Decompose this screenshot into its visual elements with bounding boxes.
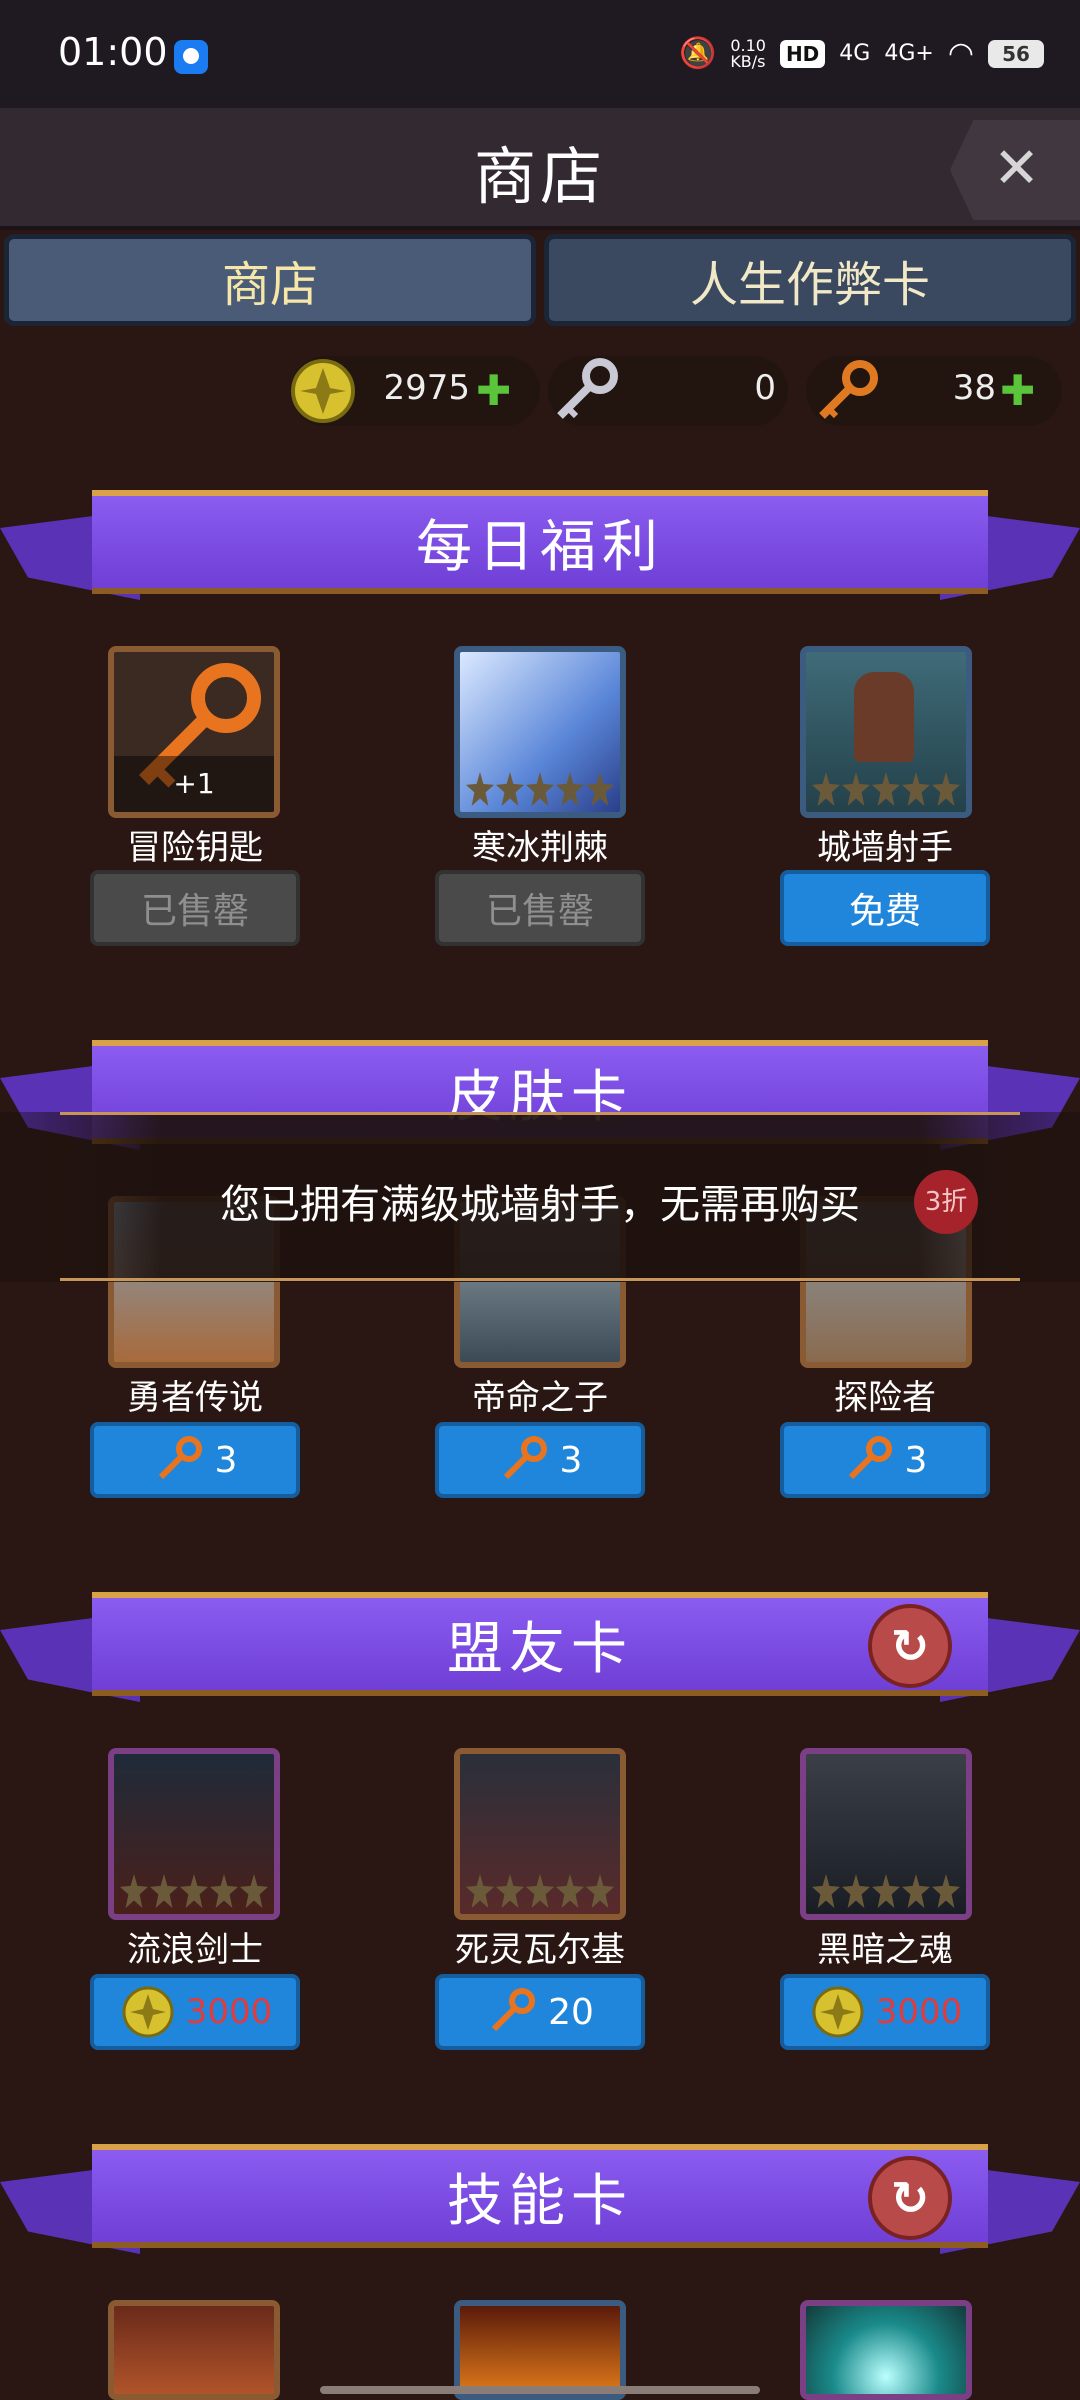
item-card-adventure-key[interactable]: +1 [108, 646, 280, 818]
home-indicator[interactable] [320, 2386, 760, 2394]
wifi-icon: ◠ [947, 36, 974, 71]
section-title-skill: 技能卡 [92, 2144, 988, 2248]
price: 20 [548, 1991, 594, 2033]
skill-card[interactable] [108, 2300, 280, 2400]
bronze-key-icon [848, 1436, 892, 1480]
toast-border-bottom [60, 1278, 1020, 1281]
archer-figure [854, 672, 914, 762]
sold-out-button: 已售罄 [435, 870, 645, 946]
price: 3 [214, 1439, 238, 1481]
gold-amount: 2975 [383, 368, 470, 408]
mute-bell-icon: 🔕 [678, 36, 717, 71]
star-rating [812, 772, 960, 806]
buy-button[interactable]: 3 [90, 1422, 300, 1498]
price: 3 [559, 1439, 583, 1481]
refresh-skill-button[interactable]: ↻ [868, 2156, 952, 2240]
price: 3 [904, 1439, 928, 1481]
item-card-ice-thorn[interactable] [454, 646, 626, 818]
bronze-key-icon [819, 360, 878, 419]
bronze-key-icon [491, 1988, 536, 2032]
refresh-ally-button[interactable]: ↻ [868, 1604, 952, 1688]
signal-4g-icon: 4G [839, 41, 871, 66]
star-rating [466, 772, 614, 806]
skill-card[interactable] [800, 2300, 972, 2400]
ally-card-necro-valkyrie[interactable] [454, 1748, 626, 1920]
gold-coin-icon [291, 359, 355, 423]
buy-button[interactable]: 3000 [90, 1974, 300, 2050]
buy-button[interactable]: 3 [780, 1422, 990, 1498]
item-label: 城墙射手 [817, 828, 953, 868]
gold-coin-icon [812, 1986, 864, 2038]
app-notification-icon [174, 40, 208, 74]
tab-cheat-cards[interactable]: 人生作弊卡 [544, 234, 1076, 326]
bronze-key-amount: 38 [952, 368, 996, 408]
item-card-wall-archer[interactable] [800, 646, 972, 818]
add-key-icon[interactable]: ✚ [1000, 366, 1035, 415]
item-label: 死灵瓦尔基 [455, 1930, 625, 1970]
silver-key-icon [557, 358, 618, 419]
item-label: 帝命之子 [472, 1378, 608, 1418]
sold-out-button: 已售罄 [90, 870, 300, 946]
ally-card-dark-soul[interactable] [800, 1748, 972, 1920]
discount-badge: 3折 [914, 1170, 978, 1234]
ally-card-wandering-swordsman[interactable] [108, 1748, 280, 1920]
star-rating [466, 1874, 614, 1908]
add-gold-icon[interactable]: ✚ [476, 366, 511, 415]
skill-card[interactable] [454, 2300, 626, 2400]
item-label: 寒冰荆棘 [472, 828, 608, 868]
hd-icon: HD [779, 39, 826, 68]
buy-button[interactable]: 3 [435, 1422, 645, 1498]
signal-4g-plus-icon: 4G+ [884, 41, 934, 66]
item-label: 黑暗之魂 [817, 1930, 953, 1970]
star-rating [812, 1874, 960, 1908]
item-label: 冒险钥匙 [127, 828, 263, 868]
star-rating [120, 1874, 268, 1908]
status-icons: 🔕 0.10 KB/s HD 4G 4G+ ◠ 56 [679, 36, 1044, 71]
bronze-key-icon [503, 1436, 547, 1480]
battery-icon: 56 [988, 39, 1044, 68]
buy-button[interactable]: 20 [435, 1974, 645, 2050]
item-label: 探险者 [834, 1378, 936, 1418]
item-label: 勇者传说 [127, 1378, 263, 1418]
page-title: 商店 [473, 140, 606, 213]
price: 3000 [185, 1992, 273, 2032]
toast-border-top [60, 1112, 1020, 1115]
close-icon[interactable]: ✕ [993, 136, 1040, 201]
price: 3000 [875, 1992, 963, 2032]
gold-coin-icon [122, 1986, 174, 2038]
silver-key-amount: 0 [754, 368, 776, 408]
quantity-badge: +1 [114, 756, 274, 812]
bronze-key-icon [158, 1436, 202, 1480]
section-title-daily: 每日福利 [92, 490, 988, 594]
status-time: 01:00 [58, 30, 168, 74]
section-title-ally: 盟友卡 [92, 1592, 988, 1696]
buy-button[interactable]: 3000 [780, 1974, 990, 2050]
network-speed: 0.10 KB/s [730, 35, 766, 71]
item-label: 流浪剑士 [127, 1930, 263, 1970]
tab-shop[interactable]: 商店 [4, 234, 536, 326]
free-button[interactable]: 免费 [780, 870, 990, 946]
